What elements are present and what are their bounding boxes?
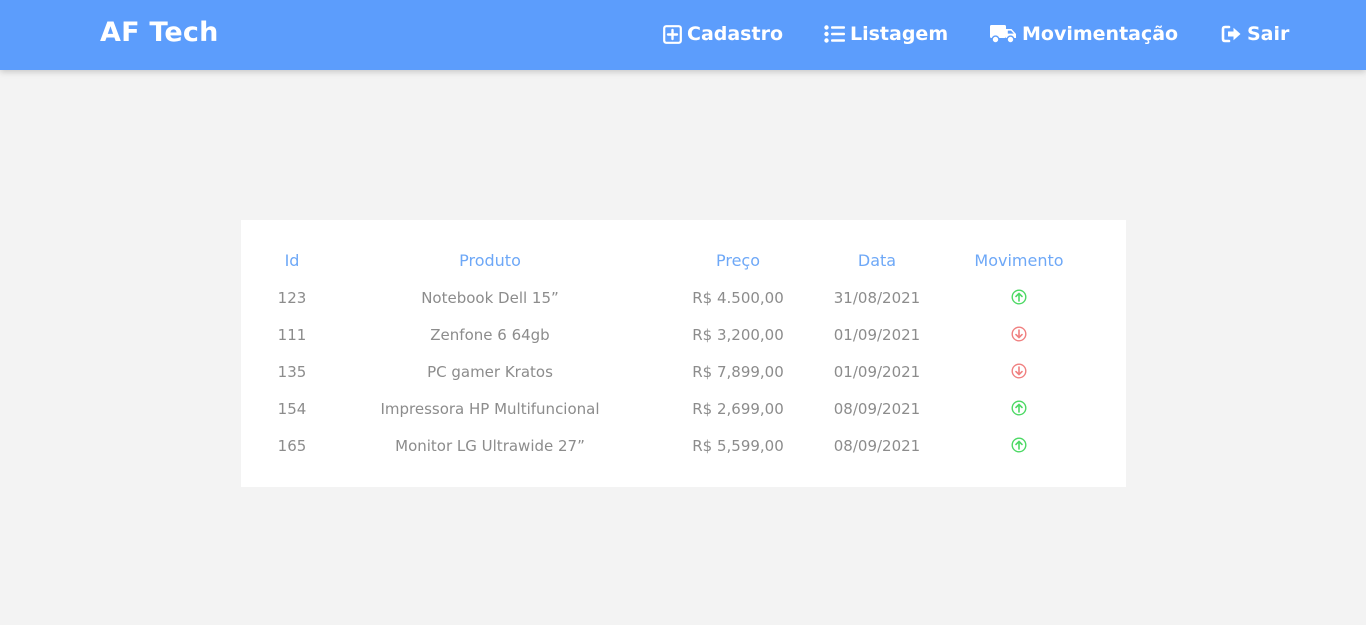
cell-id: 135	[277, 363, 307, 381]
header-movimento: Movimento	[974, 251, 1064, 270]
cell-data: 08/09/2021	[833, 437, 921, 455]
cell-preco: R$ 3,200,00	[692, 326, 784, 344]
header-preco: Preço	[715, 251, 761, 270]
plus-square-icon	[663, 24, 687, 44]
cell-preco: R$ 7,899,00	[692, 363, 784, 381]
cell-data: 01/09/2021	[833, 326, 921, 344]
table-row: 165 Monitor LG Ultrawide 27” R$ 5,599,00…	[241, 433, 1126, 470]
table-row: 123 Notebook Dell 15” R$ 4.500,00 31/08/…	[241, 285, 1126, 322]
cell-movimento	[959, 396, 1079, 433]
cell-data: 31/08/2021	[833, 289, 921, 307]
arrow-circle-up-icon	[1011, 289, 1027, 307]
movements-table: Id Produto Preço Data Movimento 123 Note…	[241, 248, 1126, 470]
nav-sair[interactable]: Sair	[1221, 21, 1289, 47]
cell-movimento	[959, 322, 1079, 359]
navbar: AF Tech Cadastro Listagem Movimentação S…	[0, 0, 1366, 70]
cell-preco: R$ 4.500,00	[692, 289, 784, 307]
list-icon	[824, 25, 850, 43]
cell-movimento	[959, 285, 1079, 322]
truck-icon	[990, 24, 1022, 44]
header-data: Data	[857, 251, 897, 270]
cell-id: 123	[277, 289, 307, 307]
header-produto: Produto	[459, 251, 521, 270]
cell-produto: PC gamer Kratos	[427, 363, 553, 381]
cell-id: 154	[277, 400, 307, 418]
cell-movimento	[959, 359, 1079, 396]
table-row: 135 PC gamer Kratos R$ 7,899,00 01/09/20…	[241, 359, 1126, 396]
sign-out-icon	[1221, 25, 1247, 43]
nav-listagem-label: Listagem	[850, 23, 949, 45]
arrow-circle-up-icon	[1011, 400, 1027, 418]
arrow-circle-up-icon	[1011, 437, 1027, 455]
cell-preco: R$ 2,699,00	[692, 400, 784, 418]
movements-card: Id Produto Preço Data Movimento 123 Note…	[241, 220, 1126, 487]
table-header-row: Id Produto Preço Data Movimento	[241, 248, 1126, 285]
cell-preco: R$ 5,599,00	[692, 437, 784, 455]
nav-cadastro-label: Cadastro	[687, 23, 784, 45]
nav-movimentacao[interactable]: Movimentação	[990, 21, 1178, 47]
brand-logo[interactable]: AF Tech	[100, 17, 219, 48]
cell-data: 01/09/2021	[833, 363, 921, 381]
cell-data: 08/09/2021	[833, 400, 921, 418]
header-id: Id	[284, 251, 300, 270]
arrow-circle-down-icon	[1011, 326, 1027, 344]
table-row: 111 Zenfone 6 64gb R$ 3,200,00 01/09/202…	[241, 322, 1126, 359]
table-row: 154 Impressora HP Multifuncional R$ 2,69…	[241, 396, 1126, 433]
cell-produto: Impressora HP Multifuncional	[380, 400, 600, 418]
cell-produto: Monitor LG Ultrawide 27”	[395, 437, 585, 455]
nav-movimentacao-label: Movimentação	[1022, 23, 1179, 45]
cell-produto: Zenfone 6 64gb	[430, 326, 550, 344]
cell-id: 165	[277, 437, 307, 455]
nav-listagem[interactable]: Listagem	[824, 21, 948, 47]
cell-produto: Notebook Dell 15”	[421, 289, 559, 307]
nav-sair-label: Sair	[1247, 23, 1290, 45]
nav-cadastro[interactable]: Cadastro	[663, 21, 783, 47]
arrow-circle-down-icon	[1011, 363, 1027, 381]
cell-id: 111	[277, 326, 307, 344]
cell-movimento	[959, 433, 1079, 470]
